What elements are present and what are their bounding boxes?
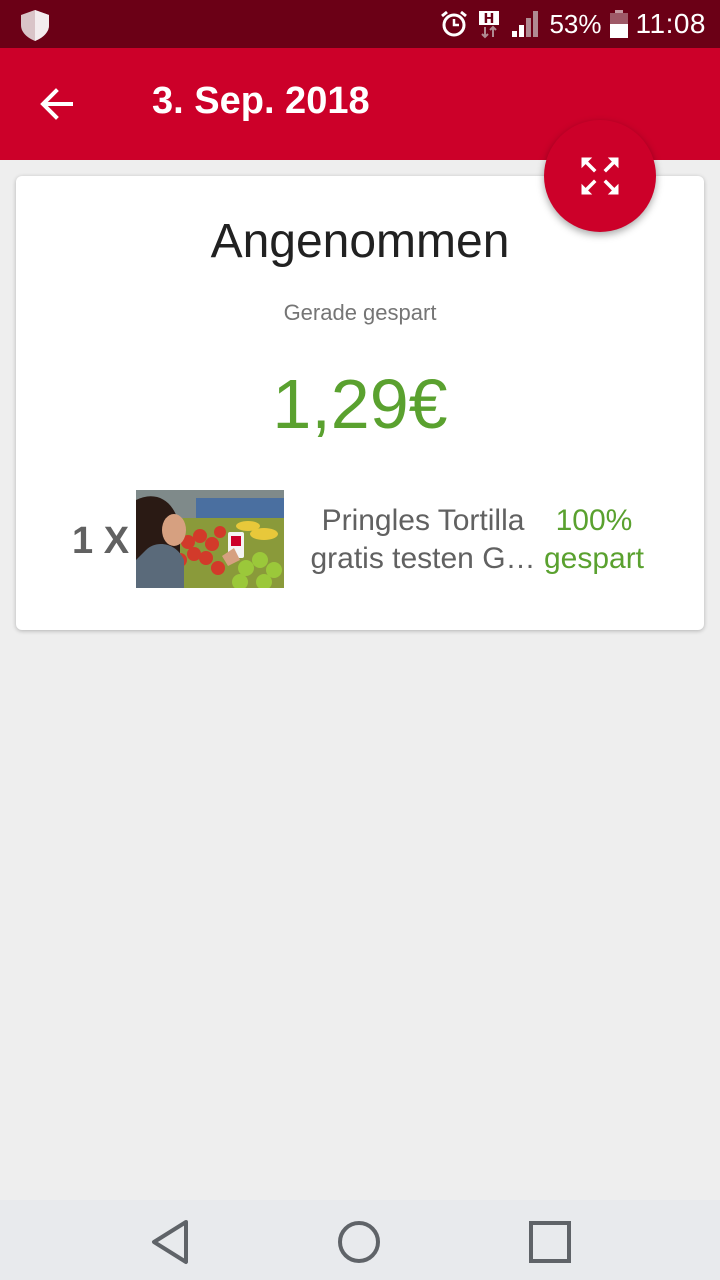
data-h-icon: H bbox=[479, 11, 500, 39]
item-savings: 100% gespart bbox=[536, 502, 652, 578]
item-savings-label: gespart bbox=[543, 542, 645, 575]
product-image bbox=[136, 490, 284, 588]
recents-square-icon bbox=[529, 1221, 571, 1263]
item-name: Pringles Tortilla gratis testen G… bbox=[298, 502, 548, 578]
savings-label: Gerade gespart bbox=[283, 300, 437, 325]
clock: 11:08 bbox=[635, 8, 706, 39]
status-bar: H 53% 11:08 bbox=[0, 0, 720, 48]
item-name-line-1: Pringles Tortilla bbox=[321, 504, 525, 537]
battery-icon bbox=[609, 10, 628, 38]
page-title: 3. Sep. 2018 bbox=[152, 80, 370, 122]
nav-home-button[interactable] bbox=[331, 1214, 387, 1270]
item-name-line-2: gratis testen G… bbox=[310, 542, 536, 575]
item-quantity: 1 X bbox=[72, 520, 130, 562]
fullscreen-icon bbox=[581, 157, 619, 195]
back-triangle-icon bbox=[152, 1220, 188, 1264]
fullscreen-button[interactable] bbox=[544, 120, 656, 232]
savings-amount: 1,29€ bbox=[272, 365, 448, 443]
nav-back-button[interactable] bbox=[142, 1214, 198, 1270]
nav-recents-button[interactable] bbox=[522, 1214, 578, 1270]
home-circle-icon bbox=[338, 1221, 380, 1263]
signal-icon bbox=[512, 11, 539, 37]
redemption-card: Angenommen Gerade gespart 1,29€ 1 X Prin… bbox=[16, 176, 704, 630]
shield-icon bbox=[21, 10, 49, 41]
list-item[interactable]: 1 X Pringles Tortilla gratis testen G… 1… bbox=[16, 486, 704, 590]
status-icons: H 53% 11:08 bbox=[439, 0, 706, 48]
system-nav-bar bbox=[0, 1200, 720, 1280]
back-button[interactable] bbox=[30, 78, 82, 130]
item-savings-percent: 100% bbox=[555, 504, 633, 537]
alarm-icon bbox=[441, 10, 468, 37]
arrow-back-icon bbox=[40, 88, 73, 120]
battery-percent: 53% bbox=[549, 8, 602, 39]
svg-text:H: H bbox=[484, 12, 495, 27]
